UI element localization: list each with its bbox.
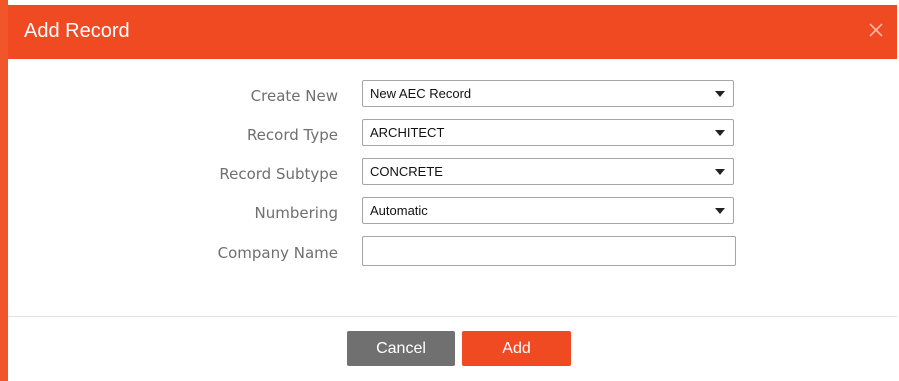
- form-row-record-subtype: Record Subtype CONCRETE: [0, 158, 899, 190]
- close-icon[interactable]: [865, 19, 887, 41]
- form-row-record-type: Record Type ARCHITECT: [0, 119, 899, 151]
- left-accent-strip: [0, 0, 8, 381]
- chevron-down-icon: [715, 91, 725, 97]
- chevron-down-icon: [715, 208, 725, 214]
- record-type-select[interactable]: ARCHITECT: [362, 119, 734, 146]
- cancel-button[interactable]: Cancel: [347, 331, 455, 366]
- dialog-titlebar: Add Record: [8, 5, 897, 59]
- create-new-value: New AEC Record: [370, 86, 472, 101]
- footer-divider: [8, 316, 897, 317]
- numbering-value: Automatic: [370, 203, 428, 218]
- numbering-select[interactable]: Automatic: [362, 197, 734, 224]
- close-icon-glyph: [869, 23, 883, 37]
- add-button[interactable]: Add: [462, 331, 571, 366]
- add-record-dialog: Add Record Create New New AEC Record Rec…: [0, 0, 899, 381]
- chevron-down-icon: [715, 130, 725, 136]
- form-row-create-new: Create New New AEC Record: [0, 80, 899, 112]
- company-name-input[interactable]: [362, 236, 736, 266]
- create-new-select[interactable]: New AEC Record: [362, 80, 734, 107]
- create-new-label: Create New: [250, 87, 338, 105]
- form-row-numbering: Numbering Automatic: [0, 197, 899, 229]
- record-subtype-select[interactable]: CONCRETE: [362, 158, 734, 185]
- company-name-label: Company Name: [217, 244, 338, 262]
- form-row-company-name: Company Name: [0, 236, 899, 268]
- record-type-label: Record Type: [246, 126, 338, 144]
- record-type-value: ARCHITECT: [370, 125, 445, 140]
- record-subtype-label: Record Subtype: [219, 165, 338, 183]
- record-subtype-value: CONCRETE: [370, 164, 443, 179]
- chevron-down-icon: [715, 169, 725, 175]
- numbering-label: Numbering: [254, 204, 338, 222]
- dialog-title: Add Record: [24, 20, 130, 42]
